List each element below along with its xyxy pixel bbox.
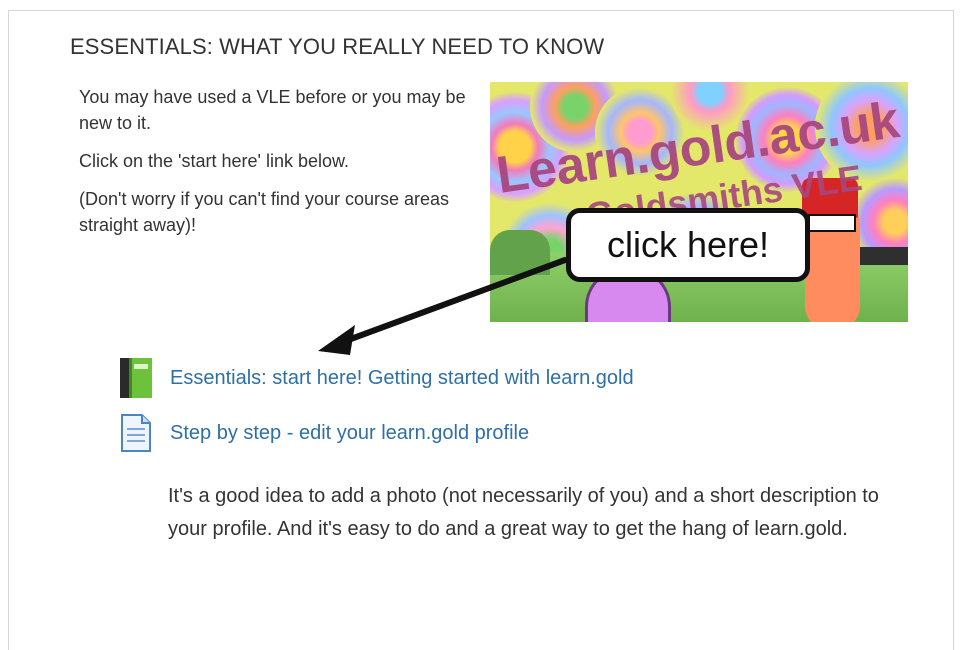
document-icon — [121, 414, 151, 452]
intro-paragraph-2: Click on the 'start here' link below. — [79, 151, 349, 171]
link-row-essentials[interactable]: Essentials: start here! Getting started … — [120, 358, 634, 398]
link-row-profile[interactable]: Step by step - edit your learn.gold prof… — [120, 414, 529, 452]
book-icon — [120, 358, 152, 398]
section-title: ESSENTIALS: WHAT YOU REALLY NEED TO KNOW — [70, 34, 605, 59]
intro-text: You may have used a VLE before or you ma… — [79, 84, 479, 250]
intro-paragraph-3: (Don't worry if you can't find your cour… — [79, 189, 450, 235]
intro-paragraph-1: You may have used a VLE before or you ma… — [79, 87, 466, 133]
edit-profile-link[interactable]: Step by step - edit your learn.gold prof… — [170, 422, 529, 445]
profile-tip-text: It's a good idea to add a photo (not nec… — [168, 485, 879, 540]
click-here-callout: click here! — [566, 208, 810, 282]
essentials-start-here-link[interactable]: Essentials: start here! Getting started … — [170, 367, 634, 390]
pointer-arrow-icon — [318, 257, 568, 355]
